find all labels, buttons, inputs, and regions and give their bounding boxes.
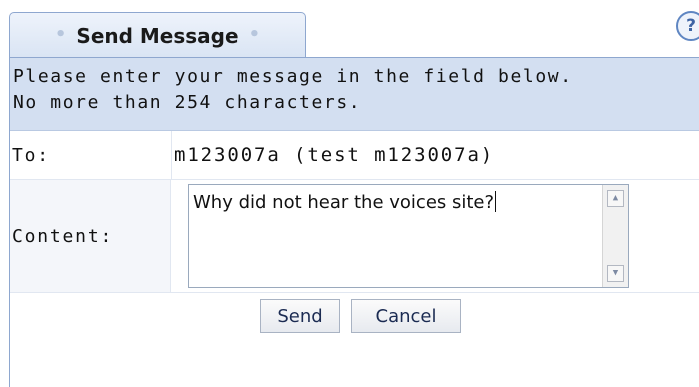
to-divider [171, 131, 172, 179]
help-icon[interactable]: ? [676, 11, 699, 41]
tab-send-message[interactable]: • Send Message • [9, 12, 306, 58]
to-row: To: m123007a (test m123007a) [10, 131, 699, 180]
textarea-scrollbar[interactable]: ▲ ▼ [602, 185, 628, 287]
send-button[interactable]: Send [260, 299, 340, 333]
content-label: Content: [10, 180, 171, 292]
instructions-line-2: No more than 254 characters. [13, 92, 362, 113]
message-panel: Please enter your message in the field b… [9, 57, 699, 387]
text-caret [495, 191, 497, 212]
scroll-up-icon[interactable]: ▲ [607, 190, 624, 207]
button-row: Send Cancel [10, 293, 699, 363]
to-value: m123007a (test m123007a) [174, 144, 495, 166]
to-label: To: [12, 144, 50, 166]
instructions-line-1: Please enter your message in the field b… [13, 66, 573, 87]
content-textarea[interactable]: Why did not hear the voices site? ▲ ▼ [188, 184, 629, 288]
tab-bullet-right: • [248, 24, 261, 45]
instructions-text: Please enter your message in the field b… [10, 57, 699, 131]
content-text-value: Why did not hear the voices site? [193, 192, 495, 213]
content-row: Content: Why did not hear the voices sit… [10, 180, 699, 293]
tab-label: Send Message [76, 23, 239, 48]
scroll-down-icon[interactable]: ▼ [607, 265, 624, 282]
tab-bullet-left: • [54, 24, 67, 45]
cancel-button[interactable]: Cancel [351, 299, 461, 333]
content-text: Why did not hear the voices site? [193, 191, 497, 213]
